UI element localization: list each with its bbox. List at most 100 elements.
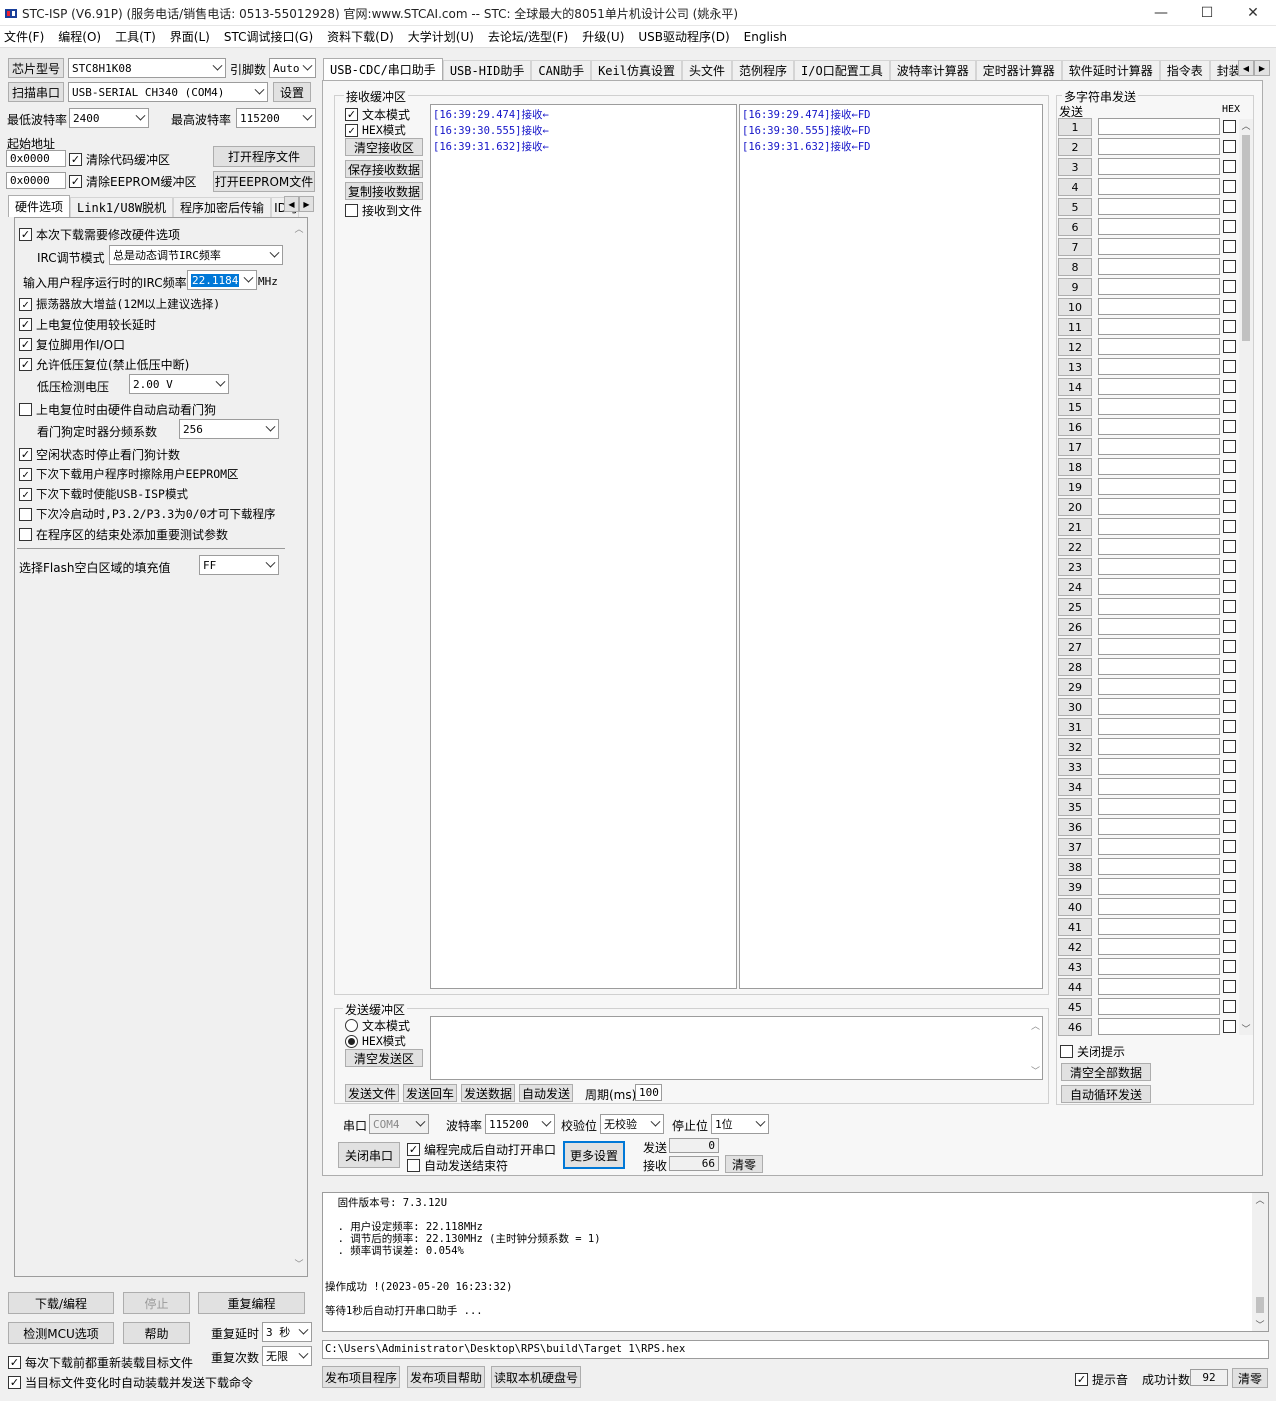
power-delay-checkbox[interactable]: ✓ 上电复位使用较长延时 [19,316,156,333]
hex-checkbox[interactable] [1223,820,1236,833]
hex-checkbox[interactable] [1223,380,1236,393]
add-params-checkbox[interactable]: 在程序区的结束处添加重要测试参数 [19,526,228,543]
multi-send-button[interactable]: 14 [1058,378,1092,396]
multi-string-input[interactable] [1098,678,1220,695]
hex-checkbox[interactable] [1223,360,1236,373]
hex-checkbox[interactable] [1223,260,1236,273]
hex-checkbox[interactable] [1223,160,1236,173]
scroll-up-icon[interactable]: ︿ [291,222,307,235]
erase-eeprom-checkbox[interactable]: ✓ 下次下载用户程序时擦除用户EEPROM区 [19,466,239,482]
hex-checkbox[interactable] [1223,660,1236,673]
multi-string-input[interactable] [1098,878,1220,895]
multi-send-button[interactable]: 3 [1058,158,1092,176]
recv-hex-mode-checkbox[interactable]: ✓ HEX模式 [345,122,406,138]
multi-string-input[interactable] [1098,898,1220,915]
tab-link1[interactable]: Link1/U8W脱机 [70,197,174,217]
hex-checkbox[interactable] [1223,500,1236,513]
auto-loop-send-button[interactable]: 自动循环发送 [1061,1085,1151,1103]
hex-checkbox[interactable] [1223,480,1236,493]
hex-checkbox[interactable] [1223,680,1236,693]
hex-checkbox[interactable] [1223,300,1236,313]
multi-string-input[interactable] [1098,798,1220,815]
hex-checkbox[interactable] [1223,140,1236,153]
auto-send-download-checkbox[interactable]: ✓ 当目标文件变化时自动装载并发送下载命令 [8,1374,253,1391]
tab-can[interactable]: CAN助手 [531,60,592,80]
multi-string-input[interactable] [1098,298,1220,315]
copy-receive-button[interactable]: 复制接收数据 [345,182,423,200]
menu-tools[interactable]: 工具(T) [115,28,156,45]
multi-string-input[interactable] [1098,638,1220,655]
menu-download[interactable]: 资料下载(D) [327,28,394,45]
scroll-thumb[interactable] [1256,1297,1264,1313]
multi-string-input[interactable] [1098,578,1220,595]
hex-checkbox[interactable] [1223,620,1236,633]
multi-string-input[interactable] [1098,178,1220,195]
multi-send-button[interactable]: 8 [1058,258,1092,276]
multi-string-input[interactable] [1098,478,1220,495]
hex-checkbox[interactable] [1223,840,1236,853]
port-select[interactable]: USB-SERIAL CH340 (COM4) [68,82,268,102]
scroll-down-icon[interactable]: ﹀ [291,1257,307,1270]
hex-checkbox[interactable] [1223,240,1236,253]
menu-usb-driver[interactable]: USB驱动程序(D) [638,28,729,45]
hex-checkbox[interactable] [1223,920,1236,933]
tab-hardware-options[interactable]: 硬件选项 [8,195,71,217]
scroll-down-icon[interactable]: ﹀ [1239,1022,1253,1035]
stop-bits-select[interactable]: 1位 [711,1114,769,1134]
multi-send-button[interactable]: 35 [1058,798,1092,816]
save-receive-button[interactable]: 保存接收数据 [345,160,423,178]
multi-send-button[interactable]: 41 [1058,918,1092,936]
auto-send-button[interactable]: 自动发送 [519,1084,573,1102]
multi-string-input[interactable] [1098,918,1220,935]
tab-header[interactable]: 头文件 [681,60,732,80]
multi-string-input[interactable] [1098,718,1220,735]
receive-to-file-checkbox[interactable]: 接收到文件 [345,202,422,219]
multi-string-input[interactable] [1098,338,1220,355]
multi-send-button[interactable]: 31 [1058,718,1092,736]
reset-io-checkbox[interactable]: ✓ 复位脚用作I/O口 [19,336,125,353]
scroll-up-icon[interactable]: ︿ [1252,1193,1268,1206]
hex-checkbox[interactable] [1223,640,1236,653]
multi-string-input[interactable] [1098,358,1220,375]
maximize-button[interactable]: ☐ [1184,0,1230,26]
tab-usb-hid[interactable]: USB-HID助手 [442,60,532,80]
multi-send-button[interactable]: 30 [1058,698,1092,716]
recv-text-mode-checkbox[interactable]: ✓ 文本模式 [345,106,410,123]
multi-send-button[interactable]: 19 [1058,478,1092,496]
publish-project-button[interactable]: 发布项目程序 [322,1366,400,1388]
multi-string-input[interactable] [1098,598,1220,615]
menu-interface[interactable]: 界面(L) [170,28,210,45]
multi-send-button[interactable]: 26 [1058,618,1092,636]
multi-send-button[interactable]: 33 [1058,758,1092,776]
baud-select[interactable]: 115200 [485,1114,555,1134]
multi-send-button[interactable]: 2 [1058,138,1092,156]
hex-checkbox[interactable] [1223,420,1236,433]
multi-string-input[interactable] [1098,518,1220,535]
pins-select[interactable]: Auto [269,58,316,78]
hex-checkbox[interactable] [1223,1020,1236,1033]
multi-string-input[interactable] [1098,858,1220,875]
multi-string-input[interactable] [1098,938,1220,955]
wdt-auto-checkbox[interactable]: 上电复位时由硬件自动启动看门狗 [19,401,216,418]
tab-scroll-left-icon[interactable]: ◀ [284,196,299,212]
tab-delay-calc[interactable]: 软件延时计算器 [1061,60,1160,80]
multi-string-input[interactable] [1098,758,1220,775]
multi-send-button[interactable]: 32 [1058,738,1092,756]
menu-university[interactable]: 大学计划(U) [408,28,474,45]
help-button[interactable]: 帮助 [123,1322,190,1344]
multi-send-button[interactable]: 22 [1058,538,1092,556]
multi-send-button[interactable]: 5 [1058,198,1092,216]
flash-fill-select[interactable]: FF [199,555,279,575]
download-program-button[interactable]: 下载/编程 [8,1292,114,1314]
multi-string-input[interactable] [1098,378,1220,395]
multi-send-button[interactable]: 34 [1058,778,1092,796]
clear-success-button[interactable]: 清零 [1232,1368,1268,1388]
multi-string-input[interactable] [1098,538,1220,555]
hex-checkbox[interactable] [1223,560,1236,573]
multi-send-button[interactable]: 17 [1058,438,1092,456]
menu-file[interactable]: 文件(F) [4,28,44,45]
chip-model-select[interactable]: STC8H1K08 [68,58,226,78]
menu-program[interactable]: 编程(O) [58,28,101,45]
hex-checkbox[interactable] [1223,940,1236,953]
multi-string-input[interactable] [1098,138,1220,155]
